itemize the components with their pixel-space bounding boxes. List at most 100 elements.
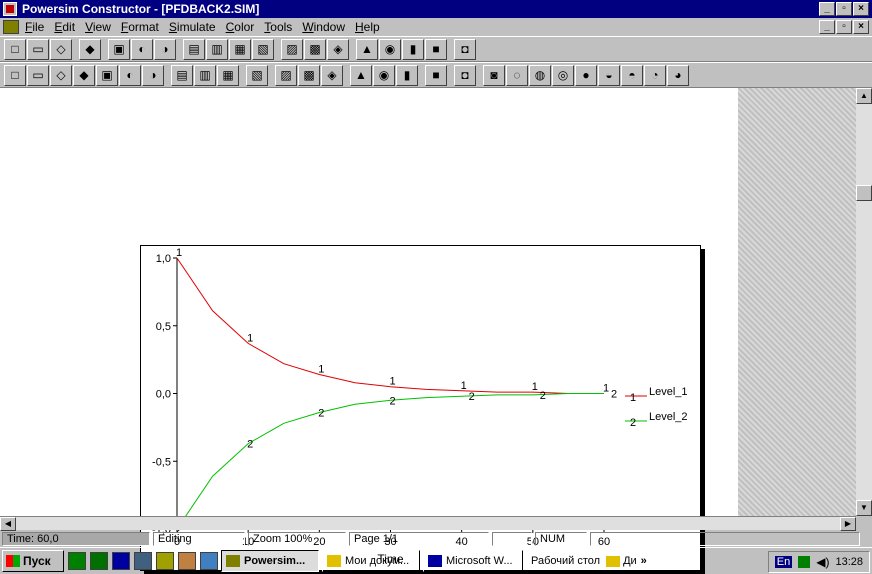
graph-icon[interactable]: ◍ bbox=[529, 64, 551, 86]
legend-label: Level_2 bbox=[649, 411, 688, 423]
model-icon[interactable]: ▩ bbox=[298, 64, 320, 86]
table-icon[interactable]: ◌ bbox=[506, 64, 528, 86]
quicklaunch-tools-icon[interactable] bbox=[178, 552, 196, 570]
pointer-icon[interactable]: ▦ bbox=[217, 64, 239, 86]
zoom-fit-icon[interactable]: ▦ bbox=[229, 38, 251, 60]
menu-edit[interactable]: Edit bbox=[54, 20, 75, 34]
camera-icon[interactable]: ▤ bbox=[171, 64, 193, 86]
menu-format[interactable]: Format bbox=[121, 20, 159, 34]
menu-view[interactable]: View bbox=[85, 20, 111, 34]
diagram-icon[interactable]: ■ bbox=[425, 64, 447, 86]
delete-icon[interactable]: ▥ bbox=[194, 64, 216, 86]
close-button[interactable]: × bbox=[853, 2, 869, 16]
link-icon[interactable]: ◐ bbox=[119, 64, 141, 86]
scroll-down-arrow-icon[interactable]: ▼ bbox=[856, 500, 872, 516]
flow-with-rate-icon[interactable]: ▣ bbox=[96, 64, 118, 86]
horizontal-scrollbar[interactable]: ◀ ▶ bbox=[0, 516, 856, 531]
maximize-button[interactable]: ▫ bbox=[836, 2, 852, 16]
scroll-left-arrow-icon[interactable]: ◀ bbox=[0, 517, 16, 531]
doc-close-button[interactable]: × bbox=[853, 20, 869, 34]
menu-window[interactable]: Window bbox=[302, 20, 345, 34]
language-indicator[interactable]: En bbox=[774, 556, 793, 568]
quicklaunch-browser-icon[interactable] bbox=[200, 552, 218, 570]
quicklaunch-excel-icon[interactable] bbox=[90, 552, 108, 570]
reset-icon[interactable]: ▩ bbox=[304, 38, 326, 60]
vertical-scrollbar[interactable]: ▲ ▼ bbox=[856, 88, 872, 516]
zoom-window-icon[interactable]: ▧ bbox=[252, 38, 274, 60]
y-tick-label: 1,0 bbox=[156, 253, 171, 265]
step-icon[interactable]: ◉ bbox=[379, 38, 401, 60]
scroll-up-arrow-icon[interactable]: ▲ bbox=[856, 88, 872, 104]
play-icon[interactable]: ▲ bbox=[356, 38, 378, 60]
time-graph-icon[interactable]: ◈ bbox=[321, 64, 343, 86]
volume-icon[interactable]: ◀) bbox=[816, 555, 829, 569]
slider-icon[interactable]: ◙ bbox=[483, 64, 505, 86]
number-icon[interactable]: ◘ bbox=[454, 64, 476, 86]
report-icon[interactable]: ◒ bbox=[598, 64, 620, 86]
taskbar-word-button[interactable]: Microsoft W... bbox=[423, 550, 523, 572]
word-icon bbox=[428, 555, 442, 567]
series-marker: 1 bbox=[461, 380, 467, 392]
cloud-icon[interactable]: ▨ bbox=[275, 64, 297, 86]
zoom-out-icon[interactable]: ▤ bbox=[183, 38, 205, 60]
doc-restore-button[interactable]: ▫ bbox=[836, 20, 852, 34]
quicklaunch-desktop-icon[interactable] bbox=[68, 552, 86, 570]
document-icon[interactable] bbox=[3, 20, 19, 34]
clock[interactable]: 13:28 bbox=[835, 556, 863, 568]
new-icon[interactable]: □ bbox=[4, 38, 26, 60]
app-icon[interactable] bbox=[3, 2, 17, 16]
copy-icon[interactable]: ◐ bbox=[131, 38, 153, 60]
menu-help[interactable]: Help bbox=[355, 20, 380, 34]
status-page: Page 1/1 bbox=[349, 531, 489, 546]
doc-minimize-button[interactable]: _ bbox=[819, 20, 835, 34]
undo-icon[interactable]: ◆ bbox=[79, 38, 101, 60]
pause-icon[interactable]: ▮ bbox=[402, 38, 424, 60]
desktop-toolbar-label[interactable]: Рабочий стол bbox=[531, 555, 600, 567]
flow-icon[interactable]: ◆ bbox=[73, 64, 95, 86]
text-icon[interactable]: ▲ bbox=[350, 64, 372, 86]
scatter-icon[interactable]: ◎ bbox=[552, 64, 574, 86]
picture-icon[interactable]: ▮ bbox=[396, 64, 418, 86]
title-bar[interactable]: Powersim Constructor - [PFDBACK2.SIM] _ … bbox=[0, 0, 872, 18]
open-icon[interactable]: ▭ bbox=[27, 38, 49, 60]
quicklaunch-paint-icon[interactable] bbox=[156, 552, 174, 570]
button-icon[interactable]: ◔ bbox=[644, 64, 666, 86]
stop-icon[interactable]: ■ bbox=[425, 38, 447, 60]
tray-app-icon[interactable] bbox=[798, 556, 811, 568]
menu-simulate[interactable]: Simulate bbox=[169, 20, 216, 34]
toolbar-chevron[interactable]: » bbox=[641, 555, 647, 567]
minimize-button[interactable]: _ bbox=[819, 2, 835, 16]
quicklaunch-word-icon[interactable] bbox=[112, 552, 130, 570]
menu-color[interactable]: Color bbox=[226, 20, 255, 34]
snapshot-icon[interactable]: ▧ bbox=[246, 64, 268, 86]
menu-file[interactable]: File bbox=[25, 20, 44, 34]
series-marker: 2 bbox=[318, 407, 324, 419]
frame-icon[interactable]: ◉ bbox=[373, 64, 395, 86]
properties-icon[interactable]: ◘ bbox=[454, 38, 476, 60]
taskbar-mydocs-label: Мои докум... bbox=[345, 555, 410, 567]
save-icon[interactable]: ◇ bbox=[50, 38, 72, 60]
scroll-right-arrow-icon[interactable]: ▶ bbox=[840, 517, 856, 531]
auxiliary-icon[interactable]: ▭ bbox=[27, 64, 49, 86]
taskbar-powersim-button[interactable]: Powersim... bbox=[221, 550, 319, 572]
level-icon[interactable]: □ bbox=[4, 64, 26, 86]
indicator-icon[interactable]: ◓ bbox=[621, 64, 643, 86]
diagram-workspace[interactable]: 1,0 0,5 0,0 -0,5 -1,0 0 10 20 30 40 50 60 Time 1 1 1 1 1 1… bbox=[0, 88, 738, 571]
palette-icon[interactable]: ◕ bbox=[667, 64, 689, 86]
taskbar-mydocs-button[interactable]: Мои докум... bbox=[322, 550, 420, 572]
legend-marker: 1 bbox=[630, 392, 636, 404]
quicklaunch-access-icon[interactable] bbox=[134, 552, 152, 570]
cut-icon[interactable]: ▣ bbox=[108, 38, 130, 60]
run-settings-icon[interactable]: ◈ bbox=[327, 38, 349, 60]
menu-tools[interactable]: Tools bbox=[264, 20, 292, 34]
delayed-link-icon[interactable]: ◑ bbox=[142, 64, 164, 86]
control-icon[interactable]: ● bbox=[575, 64, 597, 86]
vertical-scroll-thumb[interactable] bbox=[856, 185, 872, 201]
constant-icon[interactable]: ◇ bbox=[50, 64, 72, 86]
folder-toolbar-label[interactable]: Ди bbox=[623, 555, 637, 567]
taskbar-word-label: Microsoft W... bbox=[446, 555, 513, 567]
start-button[interactable]: Пуск bbox=[2, 550, 64, 572]
paste-icon[interactable]: ◑ bbox=[154, 38, 176, 60]
zoom-in-icon[interactable]: ▥ bbox=[206, 38, 228, 60]
step-back-icon[interactable]: ▨ bbox=[281, 38, 303, 60]
